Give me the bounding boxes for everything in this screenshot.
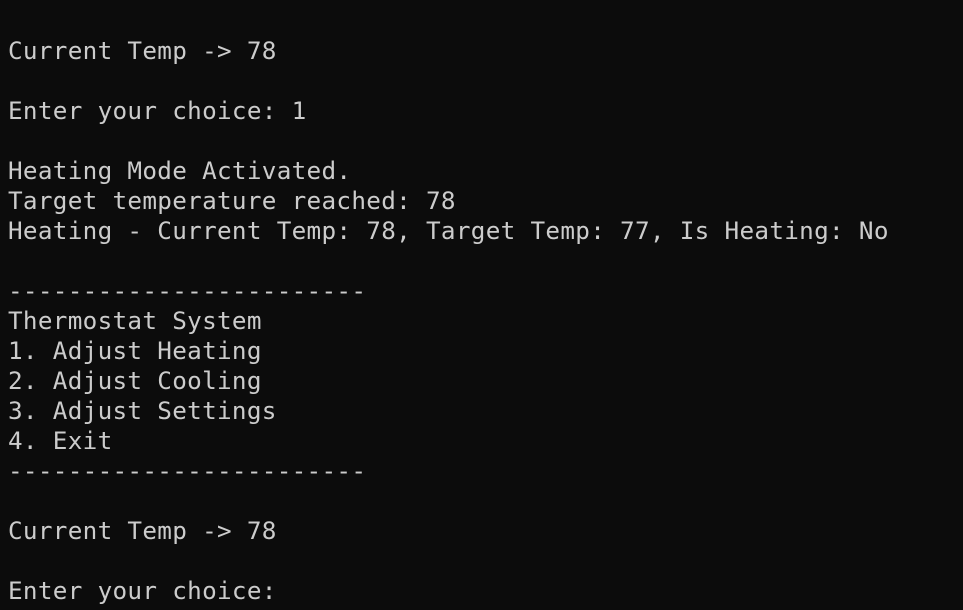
- menu-divider-top: ------------------------: [8, 276, 367, 305]
- current-temp-line: Current Temp -> 78: [8, 36, 277, 65]
- menu-option-heating: 1. Adjust Heating: [8, 336, 262, 365]
- choice-input[interactable]: [292, 580, 312, 604]
- choice-prompt-label: Enter your choice:: [8, 576, 292, 605]
- menu-divider-bottom: ------------------------: [8, 456, 367, 485]
- target-reached-line: Target temperature reached: 78: [8, 186, 456, 215]
- heating-mode-line: Heating Mode Activated.: [8, 156, 352, 185]
- heating-status-line: Heating - Current Temp: 78, Target Temp:…: [8, 216, 889, 245]
- choice-echo-line: Enter your choice: 1: [8, 96, 307, 125]
- current-temp-line: Current Temp -> 78: [8, 516, 277, 545]
- menu-option-cooling: 2. Adjust Cooling: [8, 366, 262, 395]
- console-window[interactable]: Current Temp -> 78 Enter your choice: 1 …: [0, 0, 963, 610]
- choice-prompt: Enter your choice:: [8, 576, 963, 606]
- menu-option-settings: 3. Adjust Settings: [8, 396, 277, 425]
- menu-title: Thermostat System: [8, 306, 262, 335]
- menu-option-exit: 4. Exit: [8, 426, 113, 455]
